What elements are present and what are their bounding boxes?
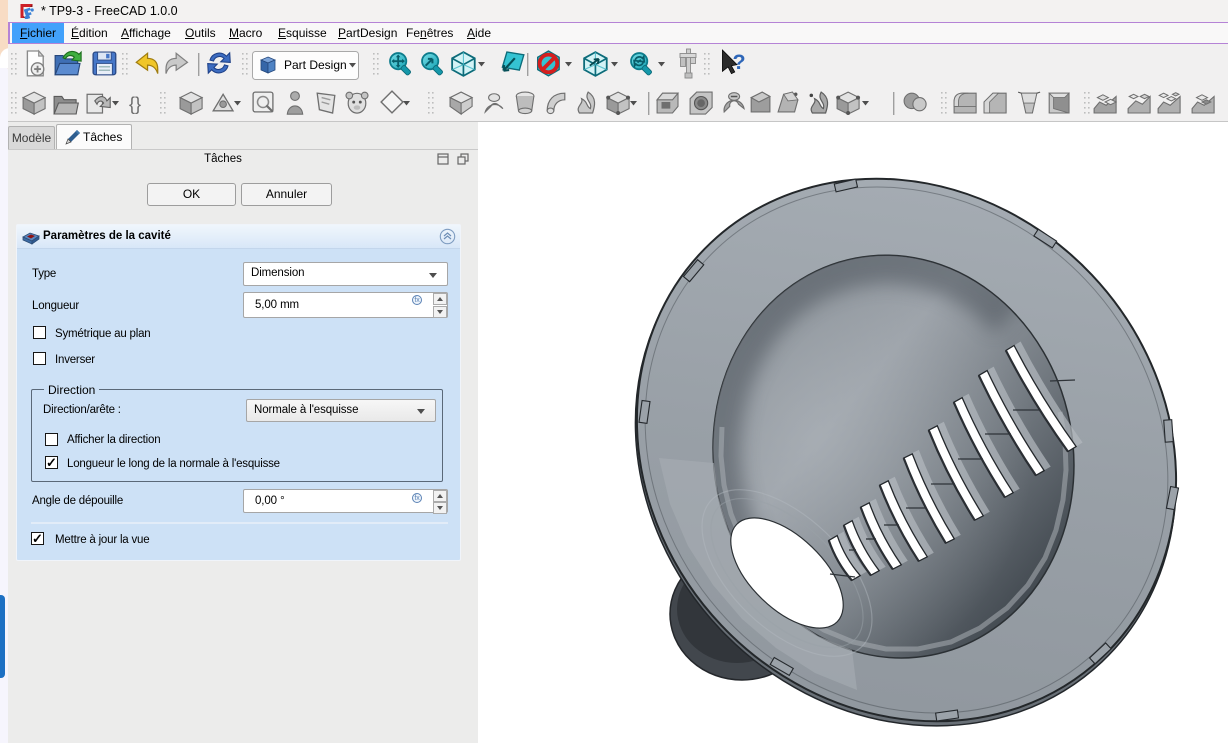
svg-text:{}: {}: [129, 94, 141, 114]
svg-text:Part Design: Part Design: [284, 58, 347, 72]
svg-text:?: ?: [733, 50, 746, 74]
